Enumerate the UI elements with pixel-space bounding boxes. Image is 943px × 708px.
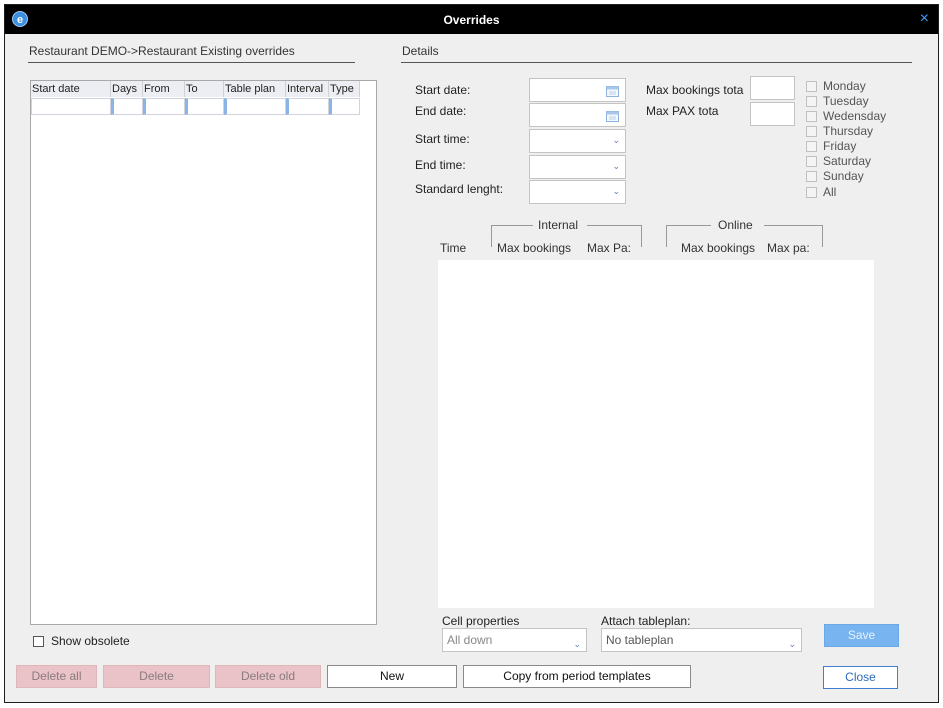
close-icon[interactable]: × — [920, 10, 929, 28]
copy-from-period-templates-button[interactable]: Copy from period templates — [463, 665, 691, 688]
details-title: Details — [402, 44, 439, 58]
overrides-table[interactable]: Start date Days From To Table plan Inter… — [30, 80, 377, 625]
sunday-checkbox[interactable] — [806, 171, 817, 182]
new-button[interactable]: New — [327, 665, 457, 688]
chevron-down-icon: ⌄ — [612, 135, 620, 145]
new-row-cell[interactable] — [224, 98, 286, 115]
column-header-internal-max-bookings: Max bookings — [497, 241, 572, 255]
end-time-dropdown[interactable]: ⌄ — [529, 155, 626, 179]
wednesday-checkbox[interactable] — [806, 111, 817, 122]
start-date-label: Start date: — [415, 83, 471, 97]
overrides-list-title: Restaurant DEMO->Restaurant Existing ove… — [29, 44, 295, 58]
group-bracket — [666, 225, 667, 247]
new-row-cell[interactable] — [143, 98, 185, 115]
saturday-checkbox[interactable] — [806, 156, 817, 167]
column-header-online-max-pax: Max pa: — [767, 241, 810, 255]
calendar-icon[interactable] — [606, 110, 619, 122]
group-bracket — [764, 225, 822, 226]
standard-length-dropdown[interactable]: ⌄ — [529, 180, 626, 204]
tuesday-label: Tuesday — [823, 94, 869, 108]
close-button[interactable]: Close — [823, 666, 898, 689]
standard-length-label: Standard lenght: — [415, 182, 504, 196]
attach-tableplan-dropdown[interactable]: No tableplan ⌄ — [601, 628, 802, 652]
column-header-online-max-bookings: Max bookings — [681, 241, 756, 255]
overrides-window: e Overrides × Restaurant DEMO->Restauran… — [4, 4, 939, 703]
group-bracket — [822, 225, 823, 247]
cell-properties-label: Cell properties — [442, 614, 520, 628]
max-pax-total-input[interactable] — [750, 102, 795, 126]
show-obsolete-label: Show obsolete — [51, 634, 130, 648]
new-row-cell[interactable] — [111, 98, 143, 115]
calendar-icon[interactable] — [606, 85, 619, 97]
cell-properties-dropdown[interactable]: All down ⌄ — [442, 628, 587, 652]
group-bracket — [491, 225, 533, 226]
column-header-to[interactable]: To — [185, 81, 224, 97]
end-date-label: End date: — [415, 104, 467, 118]
all-days-label: All — [823, 185, 837, 199]
show-obsolete-checkbox[interactable] — [33, 636, 44, 647]
divider — [401, 62, 912, 63]
wednesday-label: Wedensday — [823, 109, 887, 123]
group-bracket — [666, 225, 711, 226]
attach-tableplan-value: No tableplan — [606, 633, 674, 647]
column-header-start-date[interactable]: Start date — [31, 81, 111, 97]
friday-label: Friday — [823, 139, 857, 153]
new-row-cell[interactable] — [185, 98, 224, 115]
divider — [28, 62, 355, 63]
new-row-cell[interactable] — [31, 98, 111, 115]
cell-properties-value: All down — [447, 633, 493, 647]
internal-group-header: Internal — [538, 218, 579, 232]
friday-checkbox[interactable] — [806, 141, 817, 152]
all-days-checkbox[interactable] — [806, 187, 817, 198]
max-bookings-total-input[interactable] — [750, 76, 795, 100]
delete-old-button[interactable]: Delete old — [215, 665, 321, 688]
column-header-internal-max-pax: Max Pa: — [587, 241, 632, 255]
group-bracket — [587, 225, 642, 226]
column-header-days[interactable]: Days — [111, 81, 143, 97]
title-bar: e Overrides × — [5, 5, 938, 34]
sunday-label: Sunday — [823, 169, 864, 183]
online-group-header: Online — [718, 218, 753, 232]
column-header-from[interactable]: From — [143, 81, 185, 97]
schedule-grid[interactable] — [438, 260, 874, 608]
save-button[interactable]: Save — [824, 624, 899, 647]
column-header-time: Time — [440, 241, 467, 255]
window-title: Overrides — [443, 13, 500, 27]
delete-all-button[interactable]: Delete all — [16, 665, 97, 688]
chevron-down-icon: ⌄ — [612, 186, 620, 196]
delete-button[interactable]: Delete — [103, 665, 210, 688]
column-header-type[interactable]: Type — [329, 81, 360, 97]
max-bookings-total-label: Max bookings tota — [646, 83, 744, 97]
start-time-dropdown[interactable]: ⌄ — [529, 129, 626, 153]
column-header-table-plan[interactable]: Table plan — [224, 81, 286, 97]
column-header-interval[interactable]: Interval — [286, 81, 329, 97]
max-pax-total-label: Max PAX tota — [646, 104, 719, 118]
start-date-field[interactable] — [529, 78, 626, 102]
end-date-field[interactable] — [529, 103, 626, 127]
monday-checkbox[interactable] — [806, 81, 817, 92]
group-bracket — [641, 225, 642, 247]
start-time-label: Start time: — [415, 132, 470, 146]
saturday-label: Saturday — [823, 154, 872, 168]
chevron-down-icon: ⌄ — [573, 639, 581, 649]
tuesday-checkbox[interactable] — [806, 96, 817, 107]
chevron-down-icon: ⌄ — [612, 161, 620, 171]
thursday-checkbox[interactable] — [806, 126, 817, 137]
thursday-label: Thursday — [823, 124, 874, 138]
attach-tableplan-label: Attach tableplan: — [601, 614, 691, 628]
new-row-cell[interactable] — [329, 98, 360, 115]
chevron-down-icon: ⌄ — [788, 639, 796, 649]
group-bracket — [491, 225, 492, 247]
new-row-cell[interactable] — [286, 98, 329, 115]
end-time-label: End time: — [415, 158, 466, 172]
monday-label: Monday — [823, 79, 866, 93]
